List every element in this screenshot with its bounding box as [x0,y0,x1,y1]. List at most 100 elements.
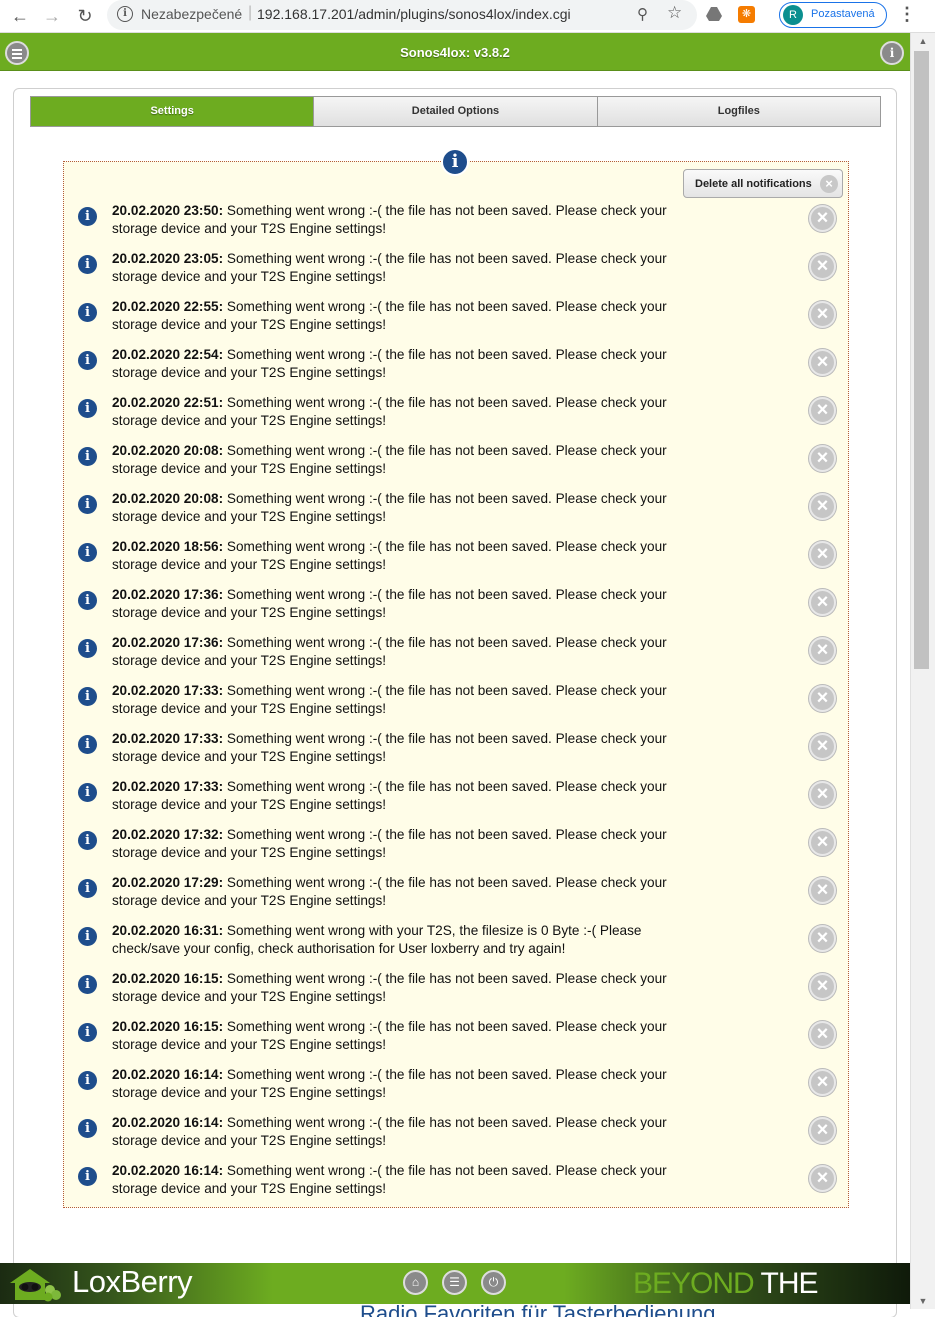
delete-notification-button[interactable] [809,877,836,904]
notification-box: i Delete all notifications × i 20.02.2020… [63,148,850,1210]
info-icon: i [78,591,97,610]
info-icon: i [78,1071,97,1090]
profile-button[interactable]: R Pozastavená [779,2,887,28]
notification-item: i 20.02.2020 16:14: Something went wrong … [64,1162,850,1210]
delete-notification-button[interactable] [809,445,836,472]
home-icon[interactable]: ⌂ [403,1270,428,1295]
avatar: R [783,5,803,25]
content-panel: Settings Detailed Options Logfiles i Del… [13,88,897,1317]
notification-text: 20.02.2020 22:51: Something went wrong :… [112,394,672,430]
info-icon: i [78,303,97,322]
notification-text: 20.02.2020 18:56: Something went wrong :… [112,538,672,574]
notification-time: 20.02.2020 23:05: [112,251,224,266]
extension-icon[interactable]: ❋ [738,6,755,23]
brand-name: LoxBerry [72,1264,193,1299]
info-icon: i [441,148,469,176]
notification-text: 20.02.2020 16:15: Something went wrong :… [112,970,672,1006]
close-icon: × [820,175,838,193]
info-icon[interactable]: i [880,41,904,65]
page-viewport: Sonos4lox: v3.8.2 i Settings Detailed Op… [0,33,910,1317]
delete-notification-button[interactable] [809,1165,836,1192]
browser-toolbar: ← → ↻ i Nezabezpečené | 192.168.17.201/a… [0,0,935,33]
notification-text: 20.02.2020 16:14: Something went wrong :… [112,1066,672,1102]
tab-settings[interactable]: Settings [31,97,315,126]
scrollbar-thumb[interactable] [914,51,929,669]
back-arrow-icon[interactable]: ← [8,4,32,28]
notification-item: i 20.02.2020 16:14: Something went wrong … [64,1114,850,1162]
address-bar[interactable]: i Nezabezpečené | 192.168.17.201/admin/p… [107,0,697,30]
delete-all-notifications-button[interactable]: Delete all notifications × [683,169,843,198]
notification-text: 20.02.2020 22:55: Something went wrong :… [112,298,672,334]
notification-time: 20.02.2020 17:33: [112,683,224,698]
bookmark-star-icon[interactable]: ☆ [667,3,682,23]
scroll-up-arrow-icon[interactable]: ▲ [911,33,935,49]
info-icon: i [78,927,97,946]
info-icon: i [78,1023,97,1042]
info-icon: i [78,1119,97,1138]
zoom-icon[interactable]: ⚲ [637,5,648,23]
scroll-down-arrow-icon[interactable]: ▼ [911,1293,935,1309]
delete-notification-button[interactable] [809,253,836,280]
drive-extension-icon[interactable] [706,7,722,21]
info-icon: i [78,255,97,274]
notification-time: 20.02.2020 22:51: [112,395,224,410]
delete-all-label: Delete all notifications [695,178,812,190]
tab-logfiles[interactable]: Logfiles [597,97,880,126]
notification-time: 20.02.2020 17:29: [112,875,224,890]
url-separator: | [248,4,253,21]
info-icon: i [78,543,97,562]
delete-notification-button[interactable] [809,685,836,712]
delete-notification-button[interactable] [809,637,836,664]
footer: LoxBerry ⌂ ☰ ⏻ BEYOND THE LIMITS [0,1263,910,1317]
loxberry-logo-icon [10,1269,61,1302]
delete-notification-button[interactable] [809,1117,836,1144]
delete-notification-button[interactable] [809,1021,836,1048]
delete-notification-button[interactable] [809,733,836,760]
notification-item: i 20.02.2020 23:50: Something went wrong … [64,202,850,250]
notification-text: 20.02.2020 20:08: Something went wrong :… [112,490,672,526]
page-title: Sonos4lox: v3.8.2 [400,45,510,60]
scrollbar[interactable]: ▲ ▼ [910,33,935,1309]
reload-icon[interactable]: ↻ [73,4,97,28]
info-icon: i [78,207,97,226]
delete-notification-button[interactable] [809,781,836,808]
info-icon: i [78,399,97,418]
notification-list: i 20.02.2020 23:50: Something went wrong … [64,202,850,1210]
notification-item: i 20.02.2020 20:08: Something went wrong … [64,490,850,538]
notification-item: i 20.02.2020 20:08: Something went wrong … [64,442,850,490]
browser-menu-icon[interactable]: ⋮ [898,4,916,25]
delete-notification-button[interactable] [809,397,836,424]
notification-item: i 20.02.2020 16:15: Something went wrong … [64,1018,850,1066]
menu-icon[interactable]: ☰ [442,1270,467,1295]
delete-notification-button[interactable] [809,589,836,616]
delete-notification-button[interactable] [809,973,836,1000]
delete-notification-button[interactable] [809,205,836,232]
notification-item: i 20.02.2020 17:36: Something went wrong … [64,634,850,682]
notification-time: 20.02.2020 17:33: [112,779,224,794]
delete-notification-button[interactable] [809,1069,836,1096]
delete-notification-button[interactable] [809,349,836,376]
power-icon[interactable]: ⏻ [481,1270,506,1295]
delete-notification-button[interactable] [809,301,836,328]
delete-notification-button[interactable] [809,829,836,856]
delete-notification-button[interactable] [809,541,836,568]
url-text[interactable]: 192.168.17.201/admin/plugins/sonos4lox/i… [257,6,571,22]
notification-text: 20.02.2020 17:33: Something went wrong :… [112,778,672,814]
info-icon: i [78,639,97,658]
notification-item: i 20.02.2020 16:31: Something went wrong … [64,922,850,970]
notification-item: i 20.02.2020 22:51: Something went wrong … [64,394,850,442]
notification-time: 20.02.2020 17:36: [112,587,224,602]
notification-text: 20.02.2020 20:08: Something went wrong :… [112,442,672,478]
site-info-icon[interactable]: i [117,6,133,22]
info-icon: i [78,495,97,514]
delete-notification-button[interactable] [809,493,836,520]
delete-notification-button[interactable] [809,925,836,952]
partially-hidden-heading: Radio Favoriten für Tasterbedienung [360,1301,716,1317]
tab-bar: Settings Detailed Options Logfiles [30,96,881,127]
tab-detailed-options[interactable]: Detailed Options [314,97,598,126]
notification-time: 20.02.2020 16:31: [112,923,224,938]
info-icon: i [78,975,97,994]
notification-text: 20.02.2020 23:50: Something went wrong :… [112,202,672,238]
forward-arrow-icon[interactable]: → [40,4,64,28]
notification-item: i 20.02.2020 16:15: Something went wrong … [64,970,850,1018]
